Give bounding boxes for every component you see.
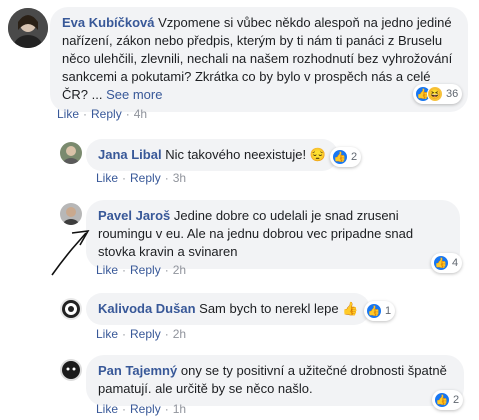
reply-kalivoda: Kalivoda Dušan Sam bych to nerekl lepe 👍… xyxy=(0,290,479,350)
timestamp[interactable]: 2h xyxy=(173,327,186,341)
comment-author[interactable]: Pan Tajemný xyxy=(98,363,177,378)
timestamp[interactable]: 1h xyxy=(173,402,186,416)
reply-link[interactable]: Reply xyxy=(130,327,161,341)
haha-icon: 😆 xyxy=(427,86,443,102)
disappointed-emoji: 😔 xyxy=(309,147,326,162)
comment-actions: Like · Reply · 4h xyxy=(57,107,147,121)
comment-text: Nic takového neexistuje! xyxy=(165,147,307,162)
comment-author[interactable]: Eva Kubíčková xyxy=(62,15,155,30)
avatar[interactable] xyxy=(60,298,82,320)
like-icon: 👍 xyxy=(366,303,382,319)
separator: · xyxy=(122,263,127,277)
avatar[interactable] xyxy=(60,142,82,164)
reaction-summary[interactable]: 👍 2 xyxy=(432,390,464,410)
comment-bubble: Kalivoda Dušan Sam bych to nerekl lepe 👍 xyxy=(86,293,371,325)
comment-bubble: Jana Libal Nic takového neexistuje! 😔 xyxy=(86,139,338,171)
timestamp[interactable]: 3h xyxy=(173,171,186,185)
reply-pan-tajemny: Pan Tajemný ony se ty positivní a užiteč… xyxy=(0,351,479,420)
reply-pavel: Pavel Jaroš Jedine dobre co udelali je s… xyxy=(0,195,479,285)
avatar[interactable] xyxy=(8,8,48,48)
arrow-annotation xyxy=(51,230,90,276)
comment-bubble: Eva Kubíčková Vzpomene si vůbec někdo al… xyxy=(50,7,468,112)
like-link[interactable]: Like xyxy=(57,107,79,121)
like-icon: 👍 xyxy=(433,255,449,271)
timestamp[interactable]: 2h xyxy=(173,263,186,277)
comment-author[interactable]: Jana Libal xyxy=(98,147,162,162)
comment-text: Sam bych to nerekl lepe xyxy=(199,301,339,316)
thumbs-up-emoji: 👍 xyxy=(342,301,359,316)
reaction-count: 2 xyxy=(453,394,460,406)
separator: · xyxy=(122,327,127,341)
like-link[interactable]: Like xyxy=(96,171,118,185)
reply-link[interactable]: Reply xyxy=(130,171,161,185)
see-more-link[interactable]: See more xyxy=(106,87,162,102)
separator: · xyxy=(83,107,88,121)
reply-link[interactable]: Reply xyxy=(91,107,122,121)
reaction-count: 4 xyxy=(452,257,459,269)
timestamp[interactable]: 4h xyxy=(134,107,147,121)
like-icon: 👍 xyxy=(434,392,450,408)
separator: · xyxy=(164,171,169,185)
like-icon: 👍 xyxy=(332,149,348,165)
like-link[interactable]: Like xyxy=(96,402,118,416)
separator: · xyxy=(122,402,127,416)
comment-actions: Like · Reply · 1h xyxy=(96,402,186,416)
reaction-count: 1 xyxy=(385,305,392,317)
reaction-count: 2 xyxy=(351,151,358,163)
comment-actions: Like · Reply · 2h xyxy=(96,327,186,341)
separator: · xyxy=(122,171,127,185)
comment-eva: Eva Kubíčková Vzpomene si vůbec někdo al… xyxy=(0,0,479,130)
comment-actions: Like · Reply · 3h xyxy=(96,171,186,185)
reaction-summary[interactable]: 👍 😆 36 xyxy=(413,84,463,104)
reaction-summary[interactable]: 👍 1 xyxy=(364,301,396,321)
comment-bubble: Pavel Jaroš Jedine dobre co udelali je s… xyxy=(86,200,460,269)
reaction-summary[interactable]: 👍 2 xyxy=(330,147,362,167)
comment-bubble: Pan Tajemný ony se ty positivní a užiteč… xyxy=(86,355,464,406)
reaction-count: 36 xyxy=(446,88,459,100)
separator: · xyxy=(164,263,169,277)
reply-link[interactable]: Reply xyxy=(130,402,161,416)
avatar[interactable] xyxy=(60,203,82,225)
reply-link[interactable]: Reply xyxy=(130,263,161,277)
separator: · xyxy=(125,107,130,121)
reply-jana: Jana Libal Nic takového neexistuje! 😔 👍 … xyxy=(0,134,479,188)
avatar[interactable] xyxy=(60,359,82,381)
separator: · xyxy=(164,402,169,416)
like-link[interactable]: Like xyxy=(96,327,118,341)
comment-author[interactable]: Kalivoda Dušan xyxy=(98,301,196,316)
reaction-summary[interactable]: 👍 4 xyxy=(431,253,463,273)
separator: · xyxy=(164,327,169,341)
comment-author[interactable]: Pavel Jaroš xyxy=(98,208,170,223)
